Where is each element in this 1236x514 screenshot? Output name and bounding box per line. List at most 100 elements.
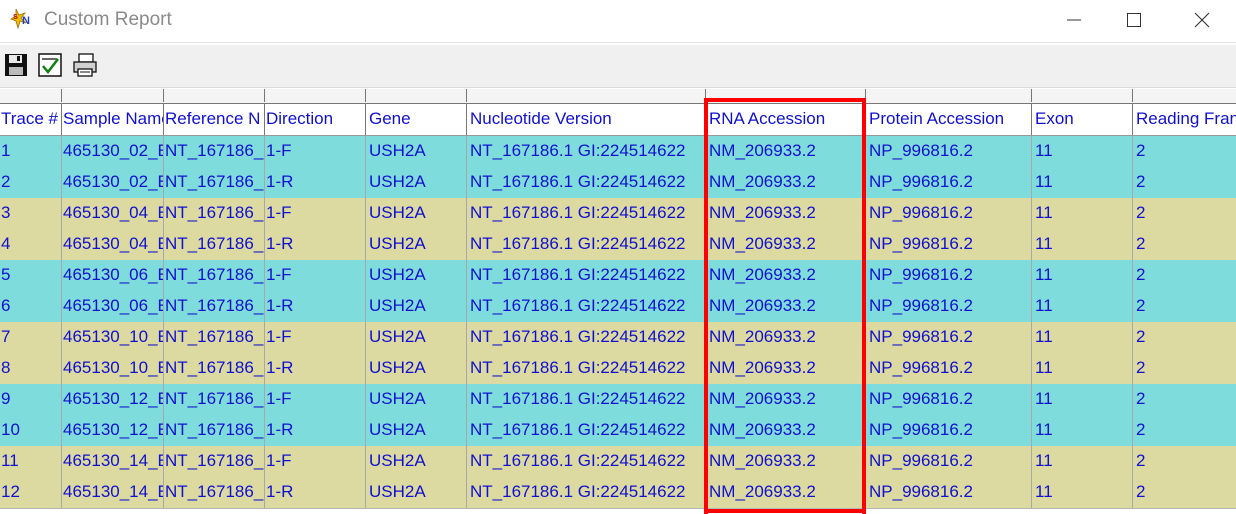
- column-header-reading-frame[interactable]: Reading Fran: [1133, 104, 1236, 135]
- cell-reading-frame[interactable]: 2: [1133, 136, 1236, 167]
- cell-protein-accession[interactable]: NP_996816.2: [866, 446, 1032, 477]
- print-button[interactable]: [72, 52, 98, 78]
- table-row[interactable]: 9 465130_12_E NT_167186_ 1-F USH2A NT_167186.…: [0, 384, 1236, 416]
- cell-reading-frame[interactable]: 2: [1133, 322, 1236, 353]
- cell-gene[interactable]: USH2A: [366, 415, 467, 446]
- cell-sample-name[interactable]: 465130_10_E: [62, 353, 164, 384]
- cell-reading-frame[interactable]: 2: [1133, 384, 1236, 415]
- cell-reference-name[interactable]: NT_167186_: [164, 415, 265, 446]
- column-header-sample-name[interactable]: Sample Name: [62, 104, 164, 135]
- cell-trace[interactable]: 8: [0, 353, 62, 384]
- cell-gene[interactable]: USH2A: [366, 477, 467, 508]
- cell-sample-name[interactable]: 465130_04_E: [62, 198, 164, 229]
- cell-trace[interactable]: 7: [0, 322, 62, 353]
- cell-reference-name[interactable]: NT_167186_: [164, 446, 265, 477]
- column-header-reference-name[interactable]: Reference N: [164, 104, 265, 135]
- cell-protein-accession[interactable]: NP_996816.2: [866, 353, 1032, 384]
- column-header-direction[interactable]: Direction: [265, 104, 366, 135]
- cell-rna-accession[interactable]: NM_206933.2: [706, 260, 866, 291]
- cell-nucleotide-version[interactable]: NT_167186.1 GI:224514622: [467, 322, 706, 353]
- save-button[interactable]: [3, 52, 29, 78]
- cell-reference-name[interactable]: NT_167186_: [164, 477, 265, 508]
- column-header-gene[interactable]: Gene: [366, 104, 467, 135]
- cell-direction[interactable]: 1-R: [265, 353, 366, 384]
- cell-protein-accession[interactable]: NP_996816.2: [866, 260, 1032, 291]
- checklist-button[interactable]: [37, 52, 63, 78]
- column-header-nucleotide-version[interactable]: Nucleotide Version: [467, 104, 706, 135]
- cell-trace[interactable]: 2: [0, 167, 62, 198]
- table-row[interactable]: 3 465130_04_E NT_167186_ 1-F USH2A NT_167186.…: [0, 198, 1236, 230]
- cell-nucleotide-version[interactable]: NT_167186.1 GI:224514622: [467, 446, 706, 477]
- cell-direction[interactable]: 1-F: [265, 198, 366, 229]
- cell-trace[interactable]: 9: [0, 384, 62, 415]
- cell-trace[interactable]: 3: [0, 198, 62, 229]
- cell-reading-frame[interactable]: 2: [1133, 229, 1236, 260]
- cell-rna-accession[interactable]: NM_206933.2: [706, 446, 866, 477]
- maximize-button[interactable]: [1104, 0, 1164, 40]
- cell-nucleotide-version[interactable]: NT_167186.1 GI:224514622: [467, 353, 706, 384]
- cell-sample-name[interactable]: 465130_02_E: [62, 167, 164, 198]
- cell-nucleotide-version[interactable]: NT_167186.1 GI:224514622: [467, 477, 706, 508]
- cell-exon[interactable]: 11: [1032, 291, 1133, 322]
- cell-direction[interactable]: 1-F: [265, 384, 366, 415]
- cell-direction[interactable]: 1-R: [265, 291, 366, 322]
- cell-reading-frame[interactable]: 2: [1133, 167, 1236, 198]
- cell-reference-name[interactable]: NT_167186_: [164, 136, 265, 167]
- cell-gene[interactable]: USH2A: [366, 322, 467, 353]
- cell-exon[interactable]: 11: [1032, 136, 1133, 167]
- cell-direction[interactable]: 1-F: [265, 446, 366, 477]
- cell-reference-name[interactable]: NT_167186_: [164, 384, 265, 415]
- close-button[interactable]: [1172, 0, 1232, 40]
- table-row[interactable]: 12 465130_14_E NT_167186_ 1-R USH2A NT_167186…: [0, 477, 1236, 509]
- cell-sample-name[interactable]: 465130_06_E: [62, 260, 164, 291]
- table-row[interactable]: 1 465130_02_E NT_167186_ 1-F USH2A NT_167186.…: [0, 136, 1236, 168]
- cell-sample-name[interactable]: 465130_06_E: [62, 291, 164, 322]
- cell-reference-name[interactable]: NT_167186_: [164, 198, 265, 229]
- table-row[interactable]: 2 465130_02_E NT_167186_ 1-R USH2A NT_167186.…: [0, 167, 1236, 199]
- cell-reading-frame[interactable]: 2: [1133, 477, 1236, 508]
- cell-nucleotide-version[interactable]: NT_167186.1 GI:224514622: [467, 415, 706, 446]
- minimize-button[interactable]: [1044, 0, 1104, 40]
- cell-reference-name[interactable]: NT_167186_: [164, 291, 265, 322]
- table-row[interactable]: 10 465130_12_E NT_167186_ 1-R USH2A NT_167186…: [0, 415, 1236, 447]
- cell-sample-name[interactable]: 465130_02_E: [62, 136, 164, 167]
- cell-reading-frame[interactable]: 2: [1133, 353, 1236, 384]
- cell-gene[interactable]: USH2A: [366, 291, 467, 322]
- cell-protein-accession[interactable]: NP_996816.2: [866, 229, 1032, 260]
- table-row[interactable]: 11 465130_14_E NT_167186_ 1-F USH2A NT_167186…: [0, 446, 1236, 478]
- cell-gene[interactable]: USH2A: [366, 198, 467, 229]
- cell-gene[interactable]: USH2A: [366, 167, 467, 198]
- cell-protein-accession[interactable]: NP_996816.2: [866, 198, 1032, 229]
- cell-nucleotide-version[interactable]: NT_167186.1 GI:224514622: [467, 291, 706, 322]
- cell-protein-accession[interactable]: NP_996816.2: [866, 167, 1032, 198]
- cell-nucleotide-version[interactable]: NT_167186.1 GI:224514622: [467, 229, 706, 260]
- cell-direction[interactable]: 1-R: [265, 167, 366, 198]
- cell-rna-accession[interactable]: NM_206933.2: [706, 353, 866, 384]
- cell-reading-frame[interactable]: 2: [1133, 260, 1236, 291]
- cell-reference-name[interactable]: NT_167186_: [164, 260, 265, 291]
- cell-trace[interactable]: 6: [0, 291, 62, 322]
- cell-exon[interactable]: 11: [1032, 384, 1133, 415]
- cell-nucleotide-version[interactable]: NT_167186.1 GI:224514622: [467, 260, 706, 291]
- cell-sample-name[interactable]: 465130_14_E: [62, 477, 164, 508]
- cell-exon[interactable]: 11: [1032, 260, 1133, 291]
- cell-trace[interactable]: 12: [0, 477, 62, 508]
- cell-reference-name[interactable]: NT_167186_: [164, 229, 265, 260]
- cell-gene[interactable]: USH2A: [366, 446, 467, 477]
- cell-protein-accession[interactable]: NP_996816.2: [866, 322, 1032, 353]
- cell-direction[interactable]: 1-R: [265, 415, 366, 446]
- table-row[interactable]: 7 465130_10_E NT_167186_ 1-F USH2A NT_167186.…: [0, 322, 1236, 354]
- cell-trace[interactable]: 10: [0, 415, 62, 446]
- cell-trace[interactable]: 4: [0, 229, 62, 260]
- cell-rna-accession[interactable]: NM_206933.2: [706, 167, 866, 198]
- cell-trace[interactable]: 11: [0, 446, 62, 477]
- cell-direction[interactable]: 1-F: [265, 136, 366, 167]
- cell-exon[interactable]: 11: [1032, 415, 1133, 446]
- cell-exon[interactable]: 11: [1032, 477, 1133, 508]
- cell-exon[interactable]: 11: [1032, 353, 1133, 384]
- cell-direction[interactable]: 1-F: [265, 260, 366, 291]
- cell-reference-name[interactable]: NT_167186_: [164, 167, 265, 198]
- cell-gene[interactable]: USH2A: [366, 260, 467, 291]
- cell-gene[interactable]: USH2A: [366, 229, 467, 260]
- cell-exon[interactable]: 11: [1032, 322, 1133, 353]
